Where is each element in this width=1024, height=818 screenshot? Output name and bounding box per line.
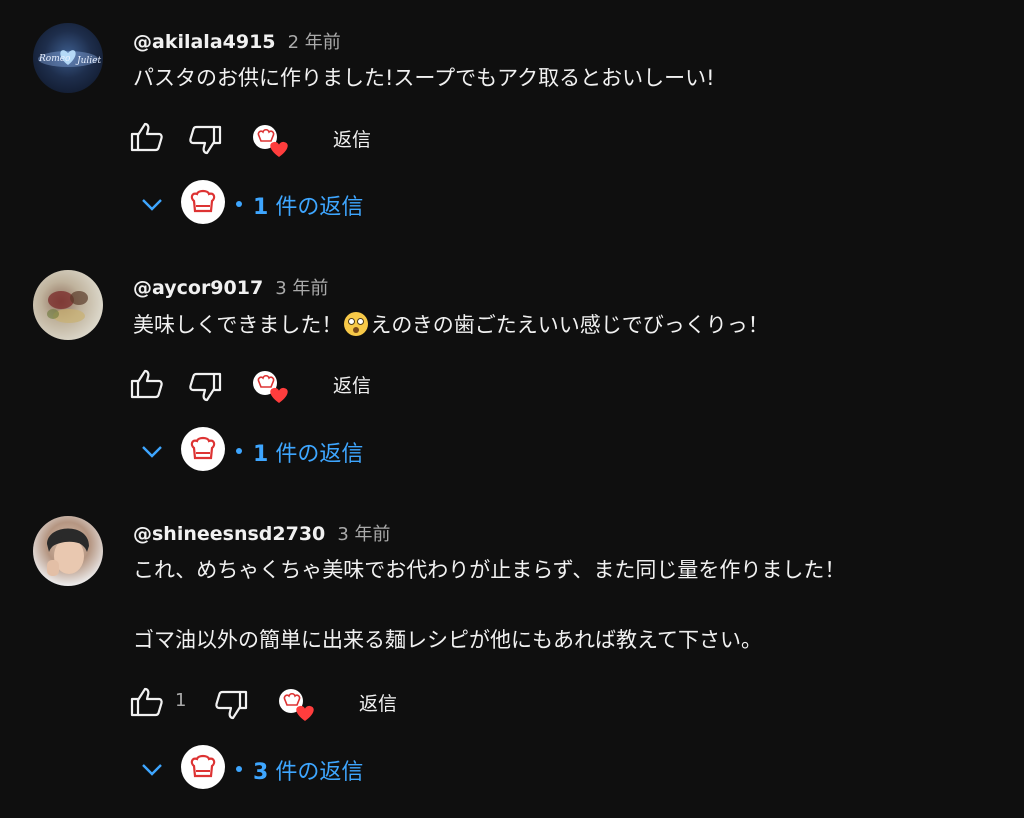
user-avatar[interactable] — [33, 516, 103, 586]
svg-text:Romeo: Romeo — [38, 54, 71, 64]
like-icon[interactable] — [130, 686, 164, 718]
comment-text-part-1: 美味しくできました！ — [133, 313, 343, 337]
comment-author[interactable]: @akilala4915 — [133, 31, 276, 53]
comment-header: @shineesnsd2730 3 年前 — [133, 520, 391, 546]
user-avatar[interactable] — [33, 270, 103, 340]
creator-heart-icon — [251, 369, 289, 403]
creator-avatar — [181, 180, 225, 224]
reply-button[interactable]: 返信 — [359, 689, 397, 716]
comment-time[interactable]: 3 年前 — [275, 278, 328, 299]
creator-avatar — [181, 427, 225, 471]
reply-button[interactable]: 返信 — [333, 371, 371, 398]
view-replies-button[interactable]: 1 件の返信 — [253, 436, 363, 468]
user-avatar[interactable]: Romeo Juliet — [33, 23, 103, 93]
comment-text: 美味しくできました！ えのきの歯ごたえいい感じでびっくりっ！ — [133, 312, 769, 338]
comment-header: @akilala4915 2 年前 — [133, 28, 341, 54]
flushed-face-emoji — [344, 312, 369, 336]
view-replies-button[interactable]: 1 件の返信 — [253, 189, 363, 221]
creator-heart-icon — [277, 687, 315, 721]
comment-text-part-2: えのきの歯ごたえいい感じでびっくりっ！ — [370, 313, 769, 337]
comment-header: @aycor9017 3 年前 — [133, 274, 328, 300]
reply-button[interactable]: 返信 — [333, 125, 371, 152]
replies-label: 件の返信 — [275, 760, 364, 785]
chevron-down-icon[interactable] — [140, 196, 164, 216]
comment-time[interactable]: 3 年前 — [337, 524, 390, 545]
view-replies-button[interactable]: 3 件の返信 — [253, 754, 363, 786]
replies-count: 1 — [253, 442, 269, 467]
comment-text-line-1: これ、めちゃくちゃ美味でお代わりが止まらず、また同じ量を作りました！ — [133, 558, 846, 582]
comment-time[interactable]: 2 年前 — [288, 32, 341, 53]
creator-heart-icon — [251, 123, 289, 157]
comment-author[interactable]: @shineesnsd2730 — [133, 523, 325, 545]
dislike-icon[interactable] — [214, 689, 248, 721]
replies-count: 3 — [253, 760, 269, 785]
replies-count: 1 — [253, 195, 269, 220]
creator-avatar — [181, 745, 225, 789]
separator-dot — [236, 201, 242, 207]
dislike-icon[interactable] — [188, 124, 222, 156]
replies-label: 件の返信 — [275, 195, 364, 220]
chevron-down-icon[interactable] — [140, 443, 164, 463]
comment-text: パスタのお供に作りました!スープでもアク取るとおいしーい! — [133, 66, 715, 90]
separator-dot — [236, 766, 242, 772]
comment-author[interactable]: @aycor9017 — [133, 277, 263, 299]
dislike-icon[interactable] — [188, 371, 222, 403]
like-count: 1 — [175, 690, 187, 711]
separator-dot — [236, 448, 242, 454]
like-icon[interactable] — [130, 368, 164, 400]
like-icon[interactable] — [130, 121, 164, 153]
svg-text:Juliet: Juliet — [75, 56, 101, 66]
chevron-down-icon[interactable] — [140, 761, 164, 781]
comment-text-line-2: ゴマ油以外の簡単に出来る麺レシピが他にもあれば教えて下さい。 — [133, 628, 762, 652]
replies-label: 件の返信 — [275, 442, 364, 467]
